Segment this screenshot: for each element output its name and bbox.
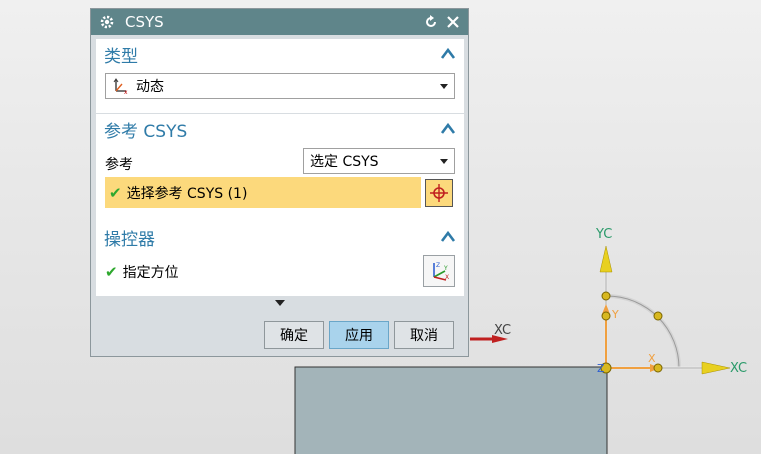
reference-select-value: 选定 CSYS bbox=[310, 154, 379, 170]
cancel-button[interactable]: 取消 bbox=[394, 321, 454, 349]
background-xc-label: XC bbox=[494, 323, 511, 338]
specify-orientation-label: 指定方位 bbox=[122, 265, 179, 281]
check-icon: ✔ bbox=[105, 263, 118, 281]
dialog-titlebar[interactable]: CSYS bbox=[91, 9, 468, 35]
orange-x-arrow bbox=[609, 364, 660, 372]
reference-label: 参考 bbox=[105, 157, 133, 173]
dropdown-caret-icon bbox=[440, 158, 448, 164]
specify-orientation-row[interactable]: ✔ 指定方位 bbox=[105, 262, 179, 282]
yc-label: YC bbox=[595, 227, 612, 242]
check-icon: ✔ bbox=[109, 183, 122, 202]
reset-button[interactable] bbox=[422, 13, 440, 31]
svg-text:x: x bbox=[124, 89, 128, 94]
chevron-up-icon[interactable] bbox=[440, 229, 456, 245]
xc-label: XC bbox=[730, 361, 747, 376]
dropdown-caret-icon bbox=[440, 83, 448, 89]
dialog-title: CSYS bbox=[125, 13, 164, 31]
type-group-title: 类型 bbox=[104, 46, 138, 67]
reset-icon bbox=[426, 15, 436, 27]
dialog-footer: 确定 应用 取消 bbox=[91, 311, 468, 356]
close-button[interactable] bbox=[444, 13, 462, 31]
svg-text:Y: Y bbox=[443, 265, 448, 272]
chevron-down-icon bbox=[275, 299, 285, 306]
rotation-arc[interactable] bbox=[606, 294, 681, 369]
more-options-toggle[interactable] bbox=[96, 297, 464, 309]
chevron-up-icon[interactable] bbox=[440, 46, 456, 62]
apply-button[interactable]: 应用 bbox=[329, 321, 389, 349]
type-select-value: 动态 bbox=[136, 79, 164, 95]
arc-handle-mid[interactable] bbox=[653, 311, 663, 321]
y-handle[interactable] bbox=[601, 311, 611, 321]
close-icon bbox=[447, 16, 459, 28]
csys-dialog: CSYS 类型 x 动态 参考 CSYS 参考 选定 CSYS ✔ 选择参考 C… bbox=[90, 8, 469, 357]
x-handle[interactable] bbox=[653, 363, 663, 373]
small-x-label: X bbox=[648, 352, 656, 365]
type-group-header[interactable]: 类型 bbox=[96, 39, 464, 69]
dynamic-csys-icon: x bbox=[113, 78, 128, 94]
gear-icon bbox=[100, 15, 114, 29]
svg-text:X: X bbox=[445, 274, 449, 281]
type-group: 类型 x 动态 bbox=[96, 39, 464, 113]
small-y-label: Y bbox=[611, 308, 619, 321]
specify-orientation-button[interactable]: Z Y X bbox=[423, 255, 455, 287]
manipulator-group-header[interactable]: 操控器 bbox=[96, 222, 464, 252]
reference-select[interactable]: 选定 CSYS bbox=[303, 148, 455, 174]
solid-block[interactable] bbox=[294, 366, 608, 454]
svg-text:Z: Z bbox=[436, 262, 440, 269]
crosshair-select-button[interactable] bbox=[425, 179, 453, 207]
crosshair-icon bbox=[430, 184, 448, 202]
type-select[interactable]: x 动态 bbox=[105, 73, 455, 99]
select-reference-label: 选择参考 CSYS (1) bbox=[126, 185, 248, 202]
reference-group-header[interactable]: 参考 CSYS bbox=[96, 114, 464, 144]
reference-group-title: 参考 CSYS bbox=[104, 121, 188, 142]
select-reference-csys-row[interactable]: ✔ 选择参考 CSYS (1) bbox=[105, 177, 421, 208]
manipulator-group-title: 操控器 bbox=[104, 229, 155, 250]
arc-handle-top[interactable] bbox=[601, 291, 611, 301]
small-z-label: Z bbox=[597, 362, 605, 375]
manipulator-group: 操控器 ✔ 指定方位 Z Y X bbox=[96, 222, 464, 296]
csys-orient-icon: Z Y X bbox=[433, 262, 449, 281]
ok-button[interactable]: 确定 bbox=[264, 321, 324, 349]
chevron-up-icon[interactable] bbox=[440, 121, 456, 137]
